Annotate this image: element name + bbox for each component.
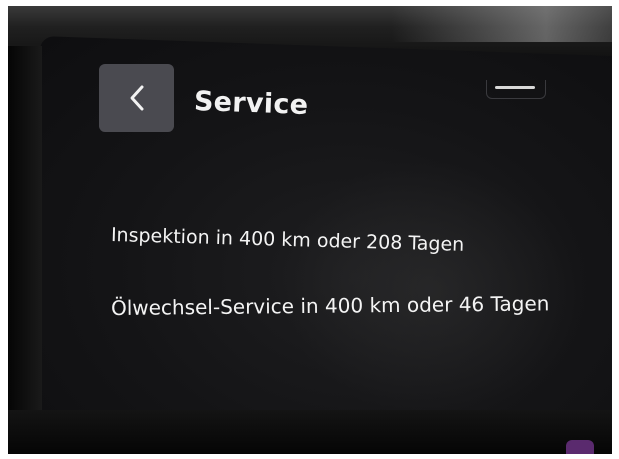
screen-glare [280,154,580,425]
page-title: Service [193,86,309,121]
photo-frame: Service Inspektion in 400 km oder 208 Ta… [8,6,612,454]
bottom-bezel [8,410,612,454]
left-bezel [8,46,42,454]
chevron-left-icon [126,83,148,113]
drag-handle-icon[interactable] [486,80,546,99]
service-item-oil-change: Ölwechsel-Service in 400 km oder 46 Tage… [110,291,550,320]
back-button[interactable] [99,64,174,132]
corner-action-button[interactable] [566,440,594,454]
